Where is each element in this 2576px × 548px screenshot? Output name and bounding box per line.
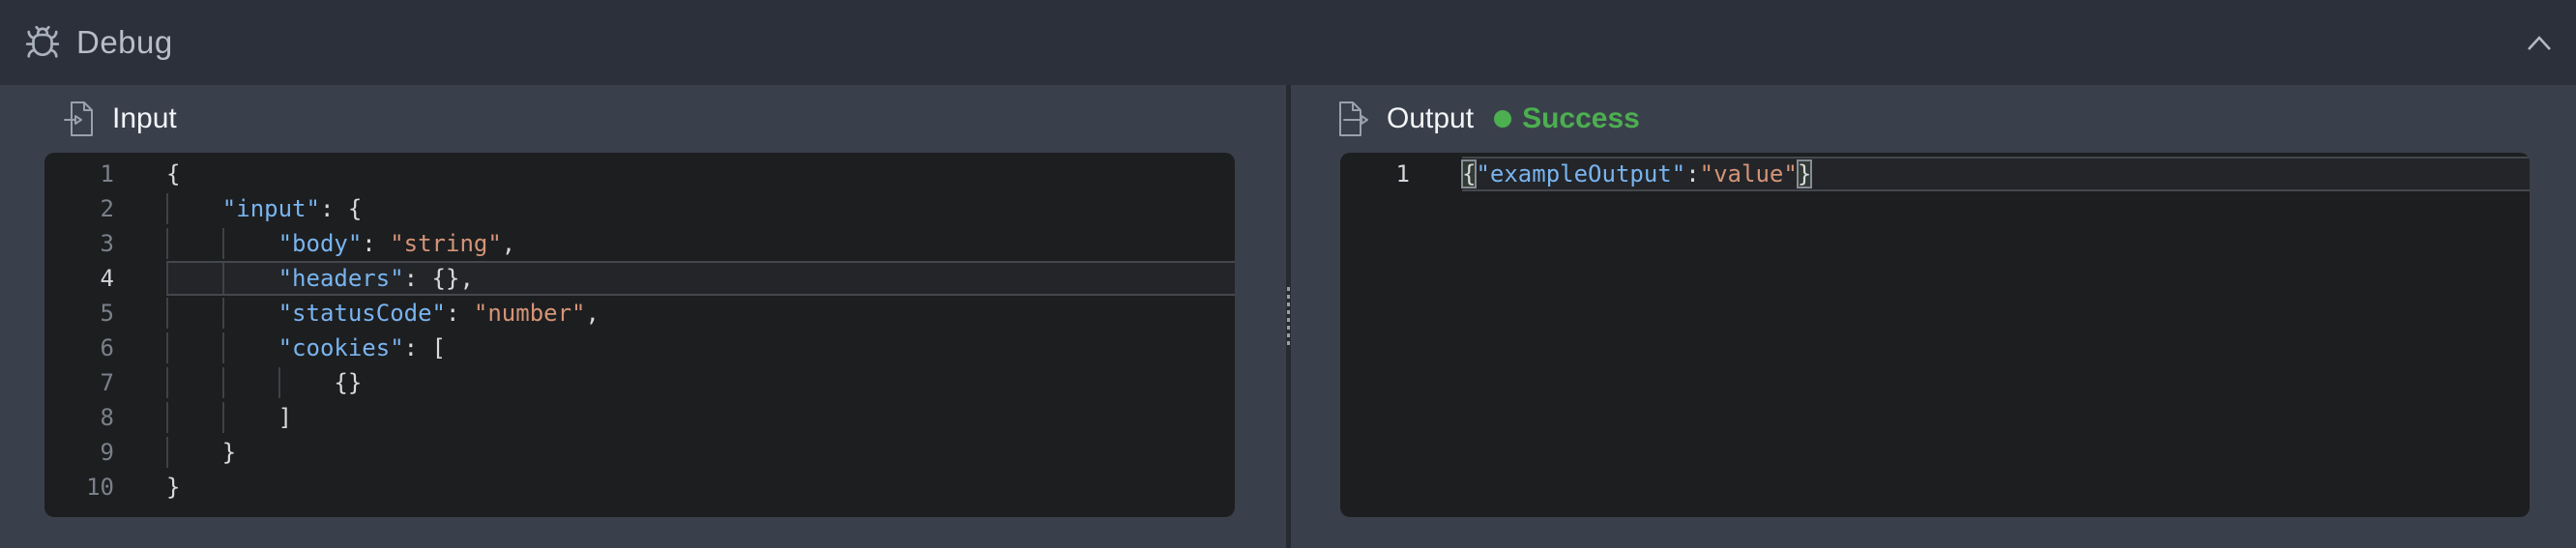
token-punct: { — [166, 160, 181, 187]
token-str: "string" — [390, 230, 502, 257]
token-punct: } — [166, 474, 181, 501]
code-line-content[interactable]: "cookies": [ — [166, 331, 1235, 365]
input-panel-header: Input — [0, 85, 1286, 153]
line-number[interactable]: 2 — [44, 191, 114, 226]
indent-guide — [222, 369, 278, 396]
chevron-up-icon — [2527, 35, 2552, 51]
indent-guide — [222, 300, 278, 327]
indent-guide — [166, 300, 222, 327]
token-punct: } — [221, 439, 237, 466]
code-line: 1 {"exampleOutput":"value"} — [1340, 157, 2530, 191]
code-line: 2 "input": { — [44, 191, 1235, 226]
output-panel-title: Output — [1387, 102, 1475, 134]
line-number[interactable]: 10 — [44, 470, 114, 505]
token-key: "statusCode" — [278, 300, 446, 327]
code-line-content[interactable]: "body": "string", — [166, 226, 1235, 261]
debug-header: Debug — [0, 0, 2576, 85]
indent-guide — [222, 265, 278, 292]
matched-bracket: } — [1796, 159, 1813, 188]
line-number[interactable]: 6 — [44, 331, 114, 365]
token-punct: , — [501, 230, 516, 257]
matched-bracket: { — [1460, 159, 1478, 188]
document-export-icon — [1338, 100, 1369, 138]
line-number[interactable]: 5 — [44, 296, 114, 331]
status-badge: Success — [1522, 102, 1640, 134]
input-panel: Input 1{2 "input": {3 "body": "string", 4… — [0, 85, 1286, 548]
output-code-editor[interactable]: 1 {"exampleOutput":"value"} — [1340, 153, 2530, 517]
token-key: "exampleOutput" — [1476, 160, 1686, 187]
bug-icon — [24, 24, 61, 61]
code-line-content[interactable]: "input": { — [166, 191, 1235, 226]
panel-resize-handle[interactable] — [1287, 287, 1290, 349]
token-punct: , — [585, 300, 600, 327]
code-line-content[interactable]: "headers": {}, — [166, 261, 1235, 296]
code-line-content[interactable]: ] — [166, 400, 1235, 435]
line-number[interactable]: 4 — [44, 261, 114, 296]
line-number[interactable]: 9 — [44, 435, 114, 470]
indent-guide — [222, 334, 278, 361]
code-line: 9 } — [44, 435, 1235, 470]
line-number[interactable]: 8 — [44, 400, 114, 435]
indent-guide — [166, 230, 222, 257]
indent-guide — [222, 230, 278, 257]
code-line: 3 "body": "string", — [44, 226, 1235, 261]
line-number[interactable]: 7 — [44, 365, 114, 400]
token-punct: {} — [334, 369, 363, 396]
token-key: "input" — [221, 195, 320, 222]
page-title: Debug — [76, 24, 173, 60]
code-line-content[interactable]: {"exampleOutput":"value"} — [1460, 157, 2530, 191]
indent-guide — [278, 369, 335, 396]
code-line: 5 "statusCode": "number", — [44, 296, 1235, 331]
line-number[interactable]: 1 — [44, 157, 114, 191]
indent-guide — [166, 404, 222, 431]
token-punct: : [ — [403, 334, 446, 361]
code-line-content[interactable]: { — [166, 157, 1235, 191]
code-line-content[interactable]: } — [166, 470, 1235, 505]
token-punct: : — [1685, 160, 1700, 187]
code-line-content[interactable]: "statusCode": "number", — [166, 296, 1235, 331]
output-panel-header: Output Success — [1291, 85, 2576, 153]
code-line-content[interactable]: {} — [166, 365, 1235, 400]
indent-guide — [222, 404, 278, 431]
code-line: 6 "cookies": [ — [44, 331, 1235, 365]
output-panel: Output Success 1 {"exampleOutput":"value"… — [1291, 85, 2576, 548]
token-key: "cookies" — [278, 334, 404, 361]
debug-panels: Input 1{2 "input": {3 "body": "string", 4… — [0, 85, 2576, 548]
token-punct: : { — [319, 195, 363, 222]
token-punct: : {}, — [403, 265, 474, 292]
token-key: "headers" — [278, 265, 404, 292]
input-code-editor[interactable]: 1{2 "input": {3 "body": "string", 4 "head… — [44, 153, 1235, 517]
token-str: "value" — [1699, 160, 1798, 187]
code-line: 4 "headers": {}, — [44, 261, 1235, 296]
token-punct: : — [445, 300, 474, 327]
token-str: "number" — [473, 300, 586, 327]
status-dot — [1494, 110, 1512, 128]
indent-guide — [166, 265, 222, 292]
document-import-icon — [64, 100, 95, 138]
collapse-panel-button[interactable] — [2519, 27, 2560, 59]
line-number[interactable]: 1 — [1340, 157, 1410, 191]
code-line: 1{ — [44, 157, 1235, 191]
token-key: "body" — [278, 230, 363, 257]
line-number[interactable]: 3 — [44, 226, 114, 261]
code-line: 10} — [44, 470, 1235, 505]
input-panel-title: Input — [112, 102, 177, 134]
indent-guide — [166, 195, 222, 222]
code-line: 7 {} — [44, 365, 1235, 400]
token-punct: : — [362, 230, 391, 257]
indent-guide — [166, 369, 222, 396]
indent-guide — [166, 439, 222, 466]
code-line: 8 ] — [44, 400, 1235, 435]
indent-guide — [166, 334, 222, 361]
code-line-content[interactable]: } — [166, 435, 1235, 470]
token-punct: ] — [278, 404, 293, 431]
